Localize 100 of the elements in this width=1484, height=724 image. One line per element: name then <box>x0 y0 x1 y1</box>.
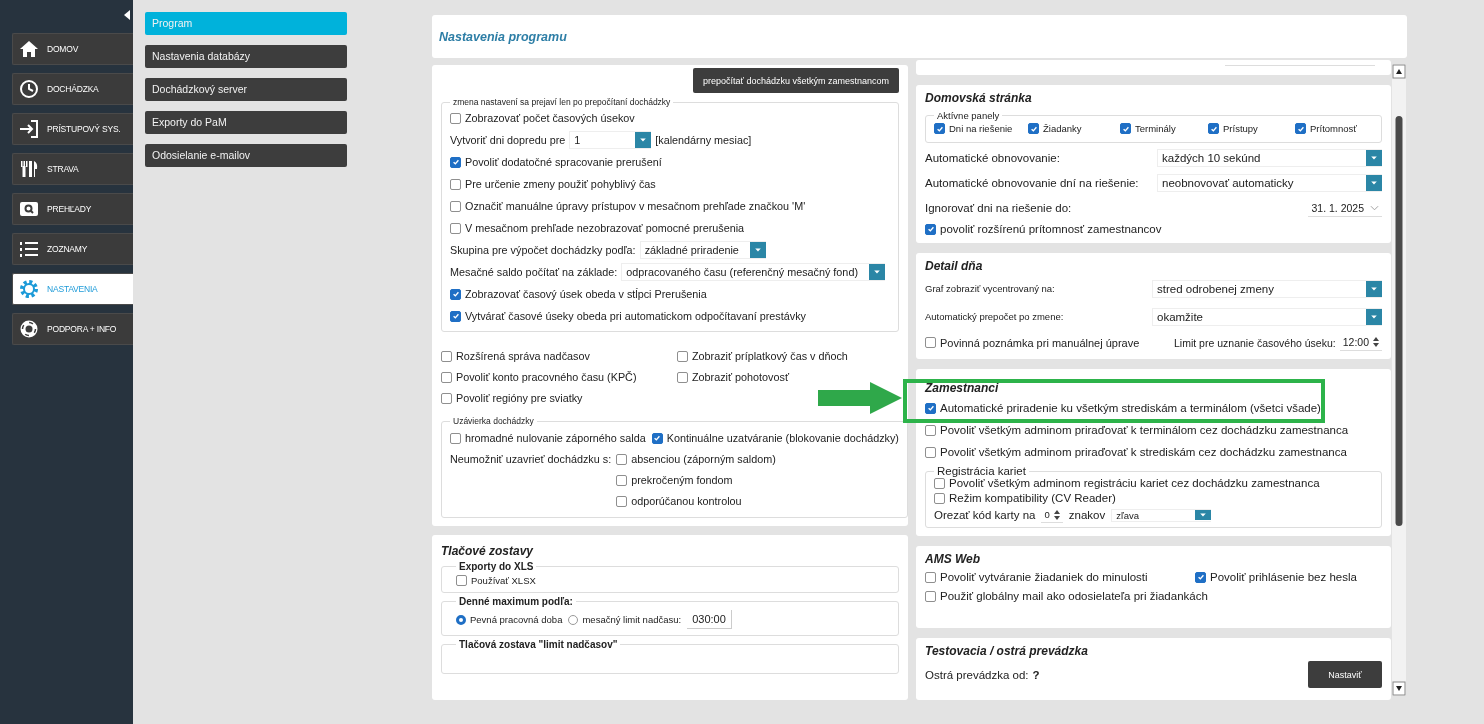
checkbox[interactable] <box>925 424 936 436</box>
checkbox[interactable] <box>934 492 945 504</box>
checkbox-label: Režim kompatibility (CV Reader) <box>949 492 1116 504</box>
checkbox[interactable] <box>441 350 452 362</box>
nav-item[interactable]: DOCHÁDZKA <box>12 73 133 105</box>
nav-item[interactable]: PODPORA + INFO <box>12 313 133 345</box>
checkbox[interactable] <box>925 590 936 602</box>
caret-icon[interactable] <box>1195 510 1212 520</box>
select-field[interactable]: zľava <box>1111 508 1212 522</box>
checkbox-label: Povoliť prihlásenie bez hesla <box>1210 571 1357 583</box>
checkbox[interactable] <box>450 156 461 168</box>
checkbox-label: Povoliť všetkým adminom priraďovať k strediskám cez dochádzku zamestnanca <box>940 446 1347 458</box>
checkbox[interactable] <box>616 453 628 465</box>
checkbox-label: absenciou (záporným saldom) <box>631 453 776 465</box>
checkbox-label: Prítomnosť <box>1310 123 1357 134</box>
caret-icon[interactable] <box>1366 308 1382 325</box>
checkbox[interactable] <box>1120 123 1131 134</box>
checkbox[interactable] <box>441 371 452 383</box>
checkbox[interactable] <box>616 495 628 507</box>
checkbox[interactable] <box>1208 123 1219 134</box>
nav-item[interactable]: PREHĽADY <box>12 193 133 225</box>
date-field[interactable]: 31. 1. 2025 <box>1308 199 1382 217</box>
checkbox-label: Použiť globálny mail ako odosielateľa pri žiadankách <box>940 590 1208 602</box>
checkbox-label: Zobrazovať počet časových úsekov <box>465 112 635 124</box>
spinner-icon[interactable] <box>1373 337 1379 347</box>
select-field[interactable]: 1 <box>569 131 652 149</box>
checkbox[interactable] <box>1295 123 1306 134</box>
radio-button[interactable] <box>456 614 466 625</box>
collapse-arrow-icon[interactable] <box>124 10 130 20</box>
submenu-item[interactable]: Odosielanie e-mailov <box>145 144 347 167</box>
home-icon <box>19 39 39 59</box>
nav-item[interactable]: STRAVA <box>12 153 133 185</box>
checkbox-label: Vytvárať časové úseky obeda pri automatickom odpočítavaní prestávky <box>465 310 806 322</box>
checkbox[interactable] <box>934 477 945 489</box>
checkbox[interactable] <box>450 112 461 124</box>
checkbox[interactable] <box>925 337 936 348</box>
checkbox[interactable] <box>450 432 461 444</box>
checkbox[interactable] <box>925 402 936 414</box>
set-button[interactable]: Nastaviť <box>1308 661 1382 688</box>
number-field[interactable]: 0 <box>1041 507 1063 523</box>
submenu-item[interactable]: Dochádzkový server <box>145 78 347 101</box>
checkbox-label: odporúčanou kontrolou <box>631 495 742 507</box>
submenu-item[interactable]: Exporty do PaM <box>145 111 347 134</box>
caret-icon[interactable] <box>749 242 766 258</box>
checkbox-label: Používať XLSX <box>471 575 536 586</box>
checkbox[interactable] <box>450 288 461 300</box>
select-field[interactable]: okamžite <box>1152 307 1382 326</box>
group-label: Uzávierka dochádzky <box>452 416 535 426</box>
checkbox[interactable] <box>441 392 452 404</box>
select-field[interactable]: každých 10 sekúnd <box>1157 149 1382 167</box>
gear-icon <box>19 279 39 299</box>
time-field[interactable]: 12:00 <box>1339 334 1382 351</box>
caret-icon[interactable] <box>1366 150 1382 166</box>
page-title: Nastavenia programu <box>439 29 567 44</box>
checkbox-label: Povoliť konto pracovného času (KPČ) <box>456 371 637 383</box>
nav-item[interactable]: PRÍSTUPOVÝ SYS. <box>12 113 133 145</box>
checkbox[interactable] <box>450 222 461 234</box>
checkbox[interactable] <box>651 432 663 444</box>
checkbox-label: Označiť manuálne úpravy prístupov v mesačnom prehľade značkou 'M' <box>465 200 806 212</box>
select-field[interactable]: odpracovaného času (referenčný mesačný fond) <box>621 263 886 281</box>
chevron-icon[interactable] <box>1370 204 1379 211</box>
select-field[interactable]: základné priradenie <box>639 241 766 259</box>
checkbox-label: Zobraziť príplatkový čas v dňoch <box>692 350 848 362</box>
checkbox[interactable] <box>616 474 628 486</box>
caret-icon[interactable] <box>1366 175 1382 191</box>
checkbox-label: Povoliť všetkým adminom registráciu kariet cez dochádzku zamestnanca <box>949 477 1320 489</box>
caret-icon[interactable] <box>635 132 652 148</box>
group-label: Registrácia kariet <box>936 465 1027 477</box>
checkbox[interactable] <box>450 310 461 322</box>
field-label: Mesačné saldo počítať na základe: <box>450 266 618 278</box>
recalculate-button[interactable]: prepočítať dochádzku všetkým zamestnancom <box>693 68 899 93</box>
field-label: Orezať kód karty na <box>934 509 1036 521</box>
input-field[interactable]: 030:00 <box>687 610 732 629</box>
field-label: Vytvoriť dni dopredu pre <box>450 134 566 146</box>
select-field[interactable]: stred odrobenej zmeny <box>1152 279 1382 298</box>
checkbox[interactable] <box>450 200 461 212</box>
nav-item[interactable]: ZOZNAMY <box>12 233 133 265</box>
caret-icon[interactable] <box>1366 280 1382 297</box>
submenu-item[interactable]: Nastavenia databázy <box>145 45 347 68</box>
checkbox[interactable] <box>456 575 467 586</box>
group-label: Aktívne panely <box>936 110 1001 121</box>
checkbox-label: povoliť rozšírenú prítomnosť zamestnancov <box>940 223 1162 235</box>
checkbox[interactable] <box>934 123 945 134</box>
checkbox[interactable] <box>1195 571 1206 583</box>
checkbox-label: Dni na riešenie <box>949 123 1013 134</box>
checkbox[interactable] <box>925 446 936 458</box>
nav-item[interactable]: DOMOV <box>12 33 133 65</box>
checkbox[interactable] <box>925 223 936 235</box>
caret-icon[interactable] <box>869 264 886 280</box>
checkbox[interactable] <box>677 371 688 383</box>
checkbox-label: Povoliť regióny pre sviatky <box>456 392 583 404</box>
card-title: Testovacia / ostrá prevádzka <box>925 644 1089 658</box>
spinner-icon[interactable] <box>1053 509 1060 520</box>
checkbox[interactable] <box>1028 123 1039 134</box>
group-label: Tlačová zostava "limit nadčasov" <box>458 639 619 650</box>
select-field[interactable]: neobnovovať automaticky <box>1157 174 1382 192</box>
checkbox[interactable] <box>450 178 461 190</box>
cutlery-icon <box>19 159 39 179</box>
checkbox[interactable] <box>925 571 936 583</box>
checkbox[interactable] <box>677 350 688 362</box>
